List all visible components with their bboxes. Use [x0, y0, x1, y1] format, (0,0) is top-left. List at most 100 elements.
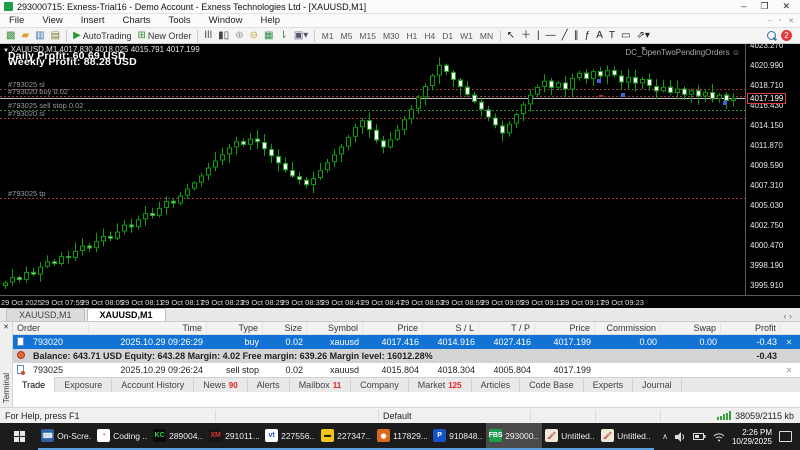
timeframe-h4[interactable]: H4: [421, 31, 439, 41]
terminal-tab-experts[interactable]: Experts: [584, 378, 634, 392]
start-button[interactable]: [0, 423, 38, 450]
taskbar-item[interactable]: ▬227347...: [318, 423, 374, 450]
horizontal-line-icon[interactable]: —: [543, 29, 559, 43]
timeframe-m1[interactable]: M1: [318, 31, 337, 41]
arrows-icon[interactable]: ⇗▾: [633, 29, 652, 43]
taskbar-item[interactable]: KC289004...: [150, 423, 206, 450]
taskbar-item[interactable]: 🖌Untitled...: [542, 423, 598, 450]
taskbar-item[interactable]: ◉117829...: [374, 423, 430, 450]
terminal-tab-journal[interactable]: Journal: [633, 378, 682, 392]
vertical-line-icon[interactable]: |: [534, 29, 543, 43]
navigator-icon[interactable]: ▤: [48, 29, 63, 43]
autotrading-button[interactable]: ▶ AutoTrading: [70, 29, 134, 43]
column-header[interactable]: Symbol: [307, 323, 363, 333]
column-header[interactable]: Type: [207, 323, 263, 333]
terminal-tab-alerts[interactable]: Alerts: [248, 378, 290, 392]
menu-tools[interactable]: Tools: [159, 15, 199, 26]
taskbar-item[interactable]: ◔Coding ...: [94, 423, 150, 450]
crosshair-icon[interactable]: ＋: [518, 29, 534, 43]
tab-scroll-arrows[interactable]: ‹ ›: [784, 311, 800, 321]
network-icon[interactable]: [713, 432, 725, 442]
menu-help[interactable]: Help: [251, 15, 289, 26]
candlestick-icon[interactable]: ▮▯: [215, 29, 232, 43]
column-header[interactable]: Commission: [595, 323, 661, 333]
battery-icon[interactable]: [693, 432, 706, 441]
order-row[interactable]: 7930252025.10.29 09:26:24sell stop0.02xa…: [13, 363, 800, 377]
child-close-button[interactable]: ✕: [788, 17, 794, 25]
fibonacci-icon[interactable]: ƒ: [582, 29, 594, 43]
child-restore-button[interactable]: ▫: [779, 17, 781, 25]
terminal-tab-code-base[interactable]: Code Base: [520, 378, 584, 392]
templates-icon[interactable]: ▣▾: [291, 29, 311, 43]
terminal-tab-market[interactable]: Market125: [409, 378, 472, 392]
zoom-in-icon[interactable]: ⊕: [232, 29, 246, 43]
indicators-icon[interactable]: ⇂: [276, 29, 290, 43]
column-header[interactable]: Price: [363, 323, 423, 333]
profiles-icon[interactable]: ▰: [18, 29, 32, 43]
menu-charts[interactable]: Charts: [114, 15, 160, 26]
terminal-tab-articles[interactable]: Articles: [472, 378, 521, 392]
taskbar-item[interactable]: P910848...: [430, 423, 486, 450]
terminal-tab-account-history[interactable]: Account History: [112, 378, 194, 392]
timeframe-d1[interactable]: D1: [439, 31, 457, 41]
terminal-tab-news[interactable]: News90: [194, 378, 247, 392]
zoom-out-icon[interactable]: ⊖: [247, 29, 261, 43]
timeframe-w1[interactable]: W1: [457, 31, 477, 41]
taskbar-item[interactable]: XM291011...: [206, 423, 262, 450]
column-header[interactable]: Time: [89, 323, 207, 333]
taskbar-item[interactable]: vt227556...: [262, 423, 318, 450]
shapes-icon[interactable]: ▭: [618, 29, 633, 43]
new-order-button[interactable]: ⊞ New Order: [134, 29, 194, 43]
close-order-icon[interactable]: ✕: [781, 338, 797, 347]
market-watch-icon[interactable]: ▥: [32, 29, 47, 43]
chart-area[interactable]: ▼ XAUUSD,M1 4017.830 4018.025 4015.791 4…: [0, 44, 800, 308]
timeframe-m15[interactable]: M15: [356, 31, 380, 41]
chart-tab[interactable]: XAUUSD,M1: [6, 308, 85, 321]
terminal-close-icon[interactable]: ✕: [3, 322, 9, 331]
column-header[interactable]: T / P: [479, 323, 535, 333]
new-chart-icon[interactable]: ▩: [3, 29, 18, 43]
timeframe-m30[interactable]: M30: [379, 31, 403, 41]
taskbar-item[interactable]: FBS293000...: [486, 423, 542, 450]
column-header-order[interactable]: Order: [13, 323, 89, 333]
minimize-button[interactable]: –: [741, 1, 746, 12]
timeframe-h1[interactable]: H1: [403, 31, 421, 41]
column-header[interactable]: S / L: [423, 323, 479, 333]
cursor-icon[interactable]: ↖: [504, 29, 518, 43]
terminal-tab-trade[interactable]: Trade: [13, 377, 55, 392]
speaker-icon[interactable]: [675, 432, 686, 442]
terminal-tab-mailbox[interactable]: Mailbox11: [290, 378, 351, 392]
close-order-icon[interactable]: ✕: [781, 366, 797, 375]
maximize-button[interactable]: ❐: [760, 1, 768, 12]
channel-icon[interactable]: ∥: [571, 29, 582, 43]
bar-chart-icon[interactable]: ǀǀǀ: [201, 29, 215, 43]
taskbar-item[interactable]: ⌨On-Scre...: [38, 423, 94, 450]
tray-clock[interactable]: 2:26 PM 10/29/2025: [732, 428, 772, 446]
column-header[interactable]: Profit: [721, 323, 781, 333]
column-header[interactable]: Size: [263, 323, 307, 333]
chart-tab[interactable]: XAUUSD,M1: [87, 308, 166, 321]
text-label-icon[interactable]: T: [606, 29, 618, 43]
chart-object-triangle-icon[interactable]: ▼: [640, 46, 647, 53]
timeframe-m5[interactable]: M5: [337, 31, 356, 41]
column-header[interactable]: Price: [535, 323, 595, 333]
text-icon[interactable]: A: [593, 29, 606, 43]
menu-insert[interactable]: Insert: [72, 15, 114, 26]
terminal-tab-exposure[interactable]: Exposure: [55, 378, 112, 392]
order-row[interactable]: 7930202025.10.29 09:26:29buy0.02xauusd40…: [13, 335, 800, 349]
action-center-icon[interactable]: [779, 431, 792, 442]
taskbar-item[interactable]: 🖌Untitled...: [598, 423, 654, 450]
candlestick-canvas[interactable]: [0, 44, 745, 295]
status-profile[interactable]: Default: [383, 411, 412, 421]
menu-window[interactable]: Window: [200, 15, 252, 26]
close-button[interactable]: ✕: [782, 1, 790, 12]
terminal-tab-company[interactable]: Company: [351, 378, 409, 392]
column-header[interactable]: Swap: [661, 323, 721, 333]
search-icon[interactable]: [767, 31, 777, 41]
menu-view[interactable]: View: [33, 15, 71, 26]
hidden-icons-chevron[interactable]: ∧: [662, 432, 668, 441]
child-minimize-button[interactable]: ‒: [768, 17, 772, 25]
trendline-icon[interactable]: ╱: [559, 29, 571, 43]
tile-windows-icon[interactable]: ▦: [261, 29, 276, 43]
timeframe-mn[interactable]: MN: [476, 31, 496, 41]
